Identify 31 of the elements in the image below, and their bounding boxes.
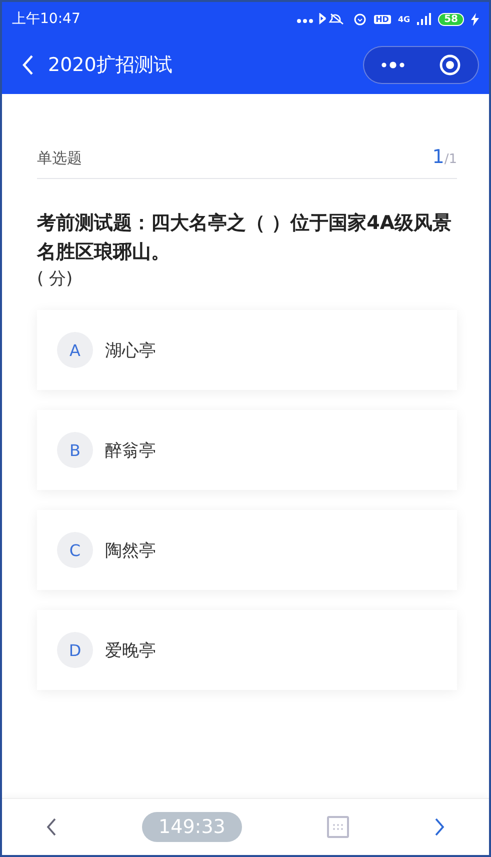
answer-option[interactable]: B 醉翁亭 (37, 410, 457, 490)
countdown-timer: 149:33 (142, 812, 242, 842)
answer-option[interactable]: D 爱晚亭 (37, 610, 457, 690)
question-score: ( 分) (37, 268, 74, 290)
option-text: 爱晚亭 (105, 640, 156, 662)
question-type: 单选题 (37, 149, 82, 168)
next-icon[interactable] (434, 817, 446, 837)
option-letter: C (57, 532, 93, 568)
option-text: 陶然亭 (105, 540, 156, 562)
network-label: 4G (398, 14, 410, 24)
answer-option[interactable]: C 陶然亭 (37, 510, 457, 590)
close-target-icon[interactable] (439, 54, 461, 76)
more-icon[interactable] (381, 61, 405, 69)
page-title: 2020扩招测试 (48, 53, 174, 78)
option-text: 湖心亭 (105, 340, 156, 362)
alarm-icon (352, 12, 367, 26)
signal-bars-icon (417, 13, 432, 25)
charging-icon (471, 12, 479, 26)
capsule-menu[interactable] (363, 46, 479, 84)
status-time: 上午10:47 (12, 10, 80, 28)
option-text: 醉翁亭 (105, 440, 156, 462)
question-text: 考前测试题：四大名亭之（ ）位于国家4A级风景名胜区琅琊山。 (37, 211, 453, 265)
option-letter: D (57, 632, 93, 668)
option-letter: A (57, 332, 93, 368)
hd-label: HD (374, 14, 391, 24)
battery-level: 58 (438, 12, 464, 26)
back-icon[interactable] (22, 55, 34, 75)
previous-icon[interactable] (44, 817, 57, 837)
option-letter: B (57, 432, 93, 468)
question-counter: 1/1 (432, 146, 457, 168)
answer-option[interactable]: A 湖心亭 (37, 310, 457, 390)
